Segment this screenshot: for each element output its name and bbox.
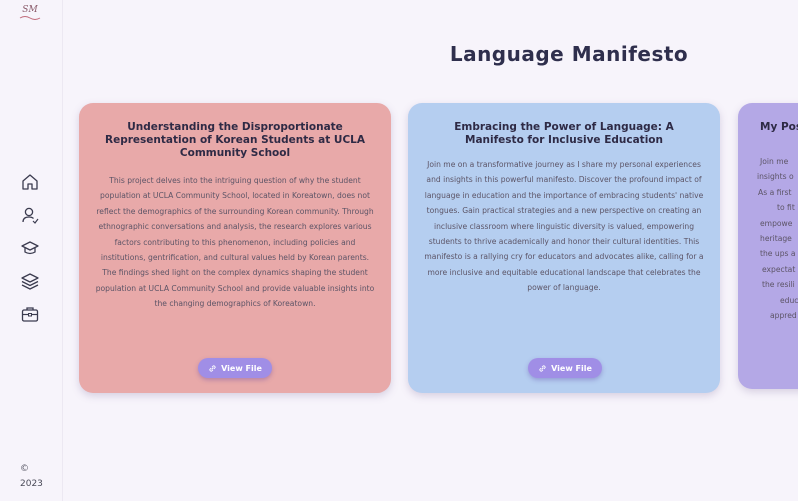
view-file-label: View File	[221, 363, 262, 373]
project-card-language-manifesto: Embracing the Power of Language: A Manif…	[408, 103, 720, 393]
text-line: appred	[770, 311, 797, 321]
link-icon	[539, 364, 546, 372]
card-title: My Pos	[760, 121, 798, 133]
text-line: the ups a	[760, 249, 796, 259]
text-line: the resili	[762, 280, 795, 290]
copyright-year: 2023	[20, 479, 43, 489]
sidebar-footer: © 2023	[20, 462, 43, 492]
text-line: heritage	[760, 234, 792, 244]
page-title: Language Manifesto	[449, 42, 689, 66]
nav-home-icon[interactable]	[20, 172, 40, 192]
card-title: Embracing the Power of Language: A Manif…	[454, 121, 674, 146]
text-line: insights o	[757, 172, 794, 182]
text-line: to fit i	[777, 203, 798, 213]
nav-layers-icon[interactable]	[20, 271, 40, 291]
card-description: Join me on a transformative journey as I…	[424, 160, 704, 293]
logo-swash-icon	[19, 16, 41, 20]
card-description: Join me insights o As a first to fit i e…	[757, 154, 798, 323]
sidebar: SM © 2023	[0, 0, 63, 501]
link-icon	[209, 364, 216, 372]
logo-text: SM	[22, 5, 38, 15]
text-line: expectat	[762, 264, 796, 274]
view-file-button[interactable]: View File	[528, 358, 602, 378]
project-card-partial: My Pos Join me insights o As a first to …	[738, 103, 798, 389]
text-line: As a first	[758, 187, 792, 197]
nav-graduation-cap-icon[interactable]	[20, 238, 40, 258]
copyright-symbol: ©	[20, 464, 29, 474]
site-logo[interactable]: SM	[19, 5, 41, 21]
project-card-korean-students: Understanding the Disproportionate Repre…	[79, 103, 391, 393]
text-line: empowe	[760, 218, 793, 228]
card-title: Understanding the Disproportionate Repre…	[105, 121, 365, 159]
text-line: Join me	[760, 157, 789, 166]
view-file-button[interactable]: View File	[198, 358, 272, 378]
nav-briefcase-icon[interactable]	[20, 304, 40, 324]
text-line: educ	[780, 295, 798, 305]
card-description: This project delves into the intriguing …	[95, 176, 375, 309]
nav-user-icon[interactable]	[20, 205, 40, 225]
view-file-label: View File	[551, 363, 592, 373]
